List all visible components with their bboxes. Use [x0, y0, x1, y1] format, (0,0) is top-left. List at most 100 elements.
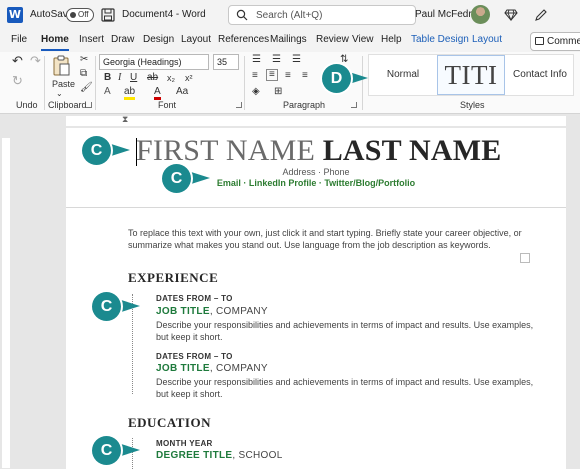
numbering-icon[interactable]: ☰ — [272, 55, 281, 65]
style-contact-info[interactable]: Contact Info — [507, 55, 573, 95]
callout-arrow — [118, 299, 140, 313]
repeat-icon[interactable]: ↻ — [12, 74, 23, 87]
experience-heading[interactable]: EXPERIENCE — [128, 270, 218, 286]
shading-icon[interactable]: ◈ — [252, 87, 260, 97]
font-group-label: Font — [158, 100, 177, 110]
font-color-icon[interactable]: A — [154, 87, 161, 100]
degree-title[interactable]: DEGREE TITLE — [156, 450, 232, 461]
name-heading[interactable]: FIRST NAME LAST NAME — [136, 134, 501, 168]
undo-icon[interactable]: ↶ — [12, 54, 23, 67]
tab-layout[interactable]: Layout — [181, 34, 211, 45]
paragraph-launcher-icon[interactable] — [351, 102, 357, 108]
tab-design[interactable]: Design — [143, 34, 174, 45]
designer-pen-icon[interactable] — [534, 8, 548, 22]
tab-home[interactable]: Home — [41, 34, 69, 51]
save-icon[interactable] — [101, 8, 115, 22]
paste-button[interactable]: Paste — [52, 79, 75, 89]
tab-table-design[interactable]: Table Design — [411, 34, 469, 45]
chevron-down-icon[interactable]: ⌄ — [56, 89, 63, 99]
style-normal[interactable]: Normal — [369, 55, 437, 95]
tab-table-layout[interactable]: Layout — [472, 34, 502, 45]
job-dates[interactable]: DATES FROM – TO — [156, 352, 233, 361]
objective-line-2[interactable]: summarize what makes you stand out. Use … — [128, 239, 491, 251]
school[interactable]: , SCHOOL — [232, 450, 282, 461]
degree-line[interactable]: DEGREE TITLE, SCHOOL — [156, 450, 283, 461]
job-title-line[interactable]: JOB TITLE, COMPANY — [156, 363, 268, 374]
divider — [244, 56, 245, 110]
callout-arrow — [188, 171, 210, 185]
italic-button[interactable]: I — [118, 73, 121, 83]
tab-references[interactable]: References — [218, 34, 269, 45]
job-description-line-2[interactable]: but keep it short. — [156, 331, 223, 343]
format-painter-icon[interactable]: 🖌 — [80, 83, 93, 93]
tab-file[interactable]: File — [11, 34, 27, 45]
tab-view[interactable]: View — [352, 34, 374, 45]
superscript-button[interactable]: x² — [185, 73, 193, 83]
strikethrough-button[interactable]: ab — [147, 73, 158, 83]
highlight-icon[interactable]: ab — [124, 87, 136, 100]
indent-marker-icon[interactable]: ⧗ — [122, 114, 128, 124]
styles-group-label: Styles — [460, 100, 485, 110]
premium-diamond-icon[interactable] — [504, 8, 518, 22]
callout-c-job: C — [92, 292, 121, 321]
align-center-icon[interactable]: ≡ — [266, 69, 278, 81]
autosave-state: Off — [78, 10, 89, 19]
align-right-icon[interactable]: ≡ — [285, 71, 291, 81]
education-date[interactable]: MONTH YEAR — [156, 439, 213, 448]
bullets-icon[interactable]: ☰ — [252, 55, 261, 65]
search-box[interactable] — [228, 5, 416, 25]
company[interactable]: , COMPANY — [210, 363, 268, 374]
job-description-line-1[interactable]: Describe your responsibilities and achie… — [156, 376, 533, 388]
autosave-toggle[interactable]: Off — [66, 8, 94, 22]
resume-header: FIRST NAME LAST NAME Address · Phone Ema… — [66, 128, 566, 208]
job-description-line-1[interactable]: Describe your responsibilities and achie… — [156, 319, 533, 331]
job-description-line-2[interactable]: but keep it short. — [156, 388, 223, 400]
tab-insert[interactable]: Insert — [79, 34, 104, 45]
job-title-line[interactable]: JOB TITLE, COMPANY — [156, 306, 268, 317]
font-size-select[interactable]: 35 — [213, 54, 239, 70]
table-handle-icon[interactable] — [520, 253, 530, 263]
comment-icon — [535, 37, 544, 45]
multilevel-list-icon[interactable]: ☰ — [292, 55, 301, 65]
subscript-button[interactable]: x₂ — [167, 73, 175, 83]
education-heading[interactable]: EDUCATION — [128, 415, 211, 431]
paste-icon[interactable] — [52, 55, 70, 77]
toggle-knob — [70, 12, 76, 18]
job-title[interactable]: JOB TITLE — [156, 363, 210, 374]
first-name[interactable]: FIRST NAME — [136, 134, 315, 167]
avatar[interactable] — [471, 5, 490, 24]
search-input[interactable] — [256, 9, 406, 22]
horizontal-ruler[interactable]: ⧗ — [0, 114, 580, 128]
font-launcher-icon[interactable] — [236, 102, 242, 108]
cut-icon[interactable]: ✂ — [80, 55, 88, 65]
job-title[interactable]: JOB TITLE — [156, 306, 210, 317]
contact-links[interactable]: Email · LinkedIn Profile · Twitter/Blog/… — [66, 178, 566, 188]
company[interactable]: , COMPANY — [210, 306, 268, 317]
tab-draw[interactable]: Draw — [111, 34, 134, 45]
comments-button[interactable]: Comments — [530, 32, 580, 51]
clipboard-launcher-icon[interactable] — [86, 102, 92, 108]
bold-button[interactable]: B — [104, 73, 111, 83]
underline-button[interactable]: U — [130, 73, 137, 83]
copy-icon[interactable]: ⧉ — [80, 69, 87, 79]
style-title[interactable]: TITI — [437, 55, 505, 95]
sort-icon[interactable]: ⇅ — [340, 55, 348, 65]
text-effects-icon[interactable]: A — [104, 87, 111, 97]
tab-mailings[interactable]: Mailings — [270, 34, 307, 45]
tab-help[interactable]: Help — [381, 34, 402, 45]
last-name[interactable]: LAST NAME — [323, 134, 502, 167]
borders-icon[interactable]: ⊞ — [274, 87, 282, 97]
font-name-select[interactable]: Georgia (Headings) — [99, 54, 209, 70]
redo-icon[interactable]: ↷ — [30, 54, 41, 67]
job-dates[interactable]: DATES FROM – TO — [156, 294, 233, 303]
objective-line-1[interactable]: To replace this text with your own, just… — [128, 227, 522, 239]
align-left-icon[interactable]: ≡ — [252, 71, 258, 81]
document-page[interactable]: FIRST NAME LAST NAME Address · Phone Ema… — [66, 128, 566, 469]
justify-icon[interactable]: ≡ — [302, 71, 308, 81]
undo-group-label: Undo — [16, 100, 38, 110]
address-phone[interactable]: Address · Phone — [66, 167, 566, 177]
tab-review[interactable]: Review — [316, 34, 349, 45]
vertical-ruler[interactable] — [0, 128, 12, 469]
text-cursor — [136, 138, 137, 166]
change-case-icon[interactable]: Aa — [176, 87, 188, 97]
